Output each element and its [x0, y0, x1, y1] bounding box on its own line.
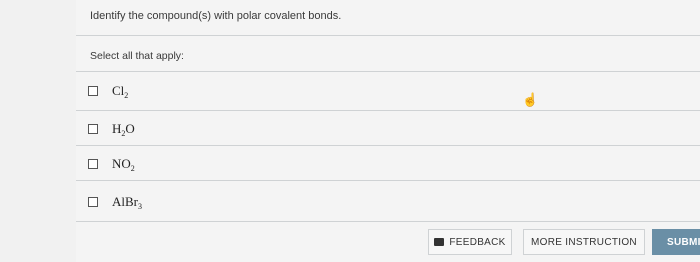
divider [76, 145, 700, 146]
divider [76, 180, 700, 181]
question-panel: Identify the compound(s) with polar cova… [76, 0, 700, 262]
feedback-label: FEEDBACK [449, 236, 506, 248]
checkbox[interactable] [88, 124, 98, 134]
divider [76, 71, 700, 72]
formula: H2O [112, 120, 135, 138]
more-instruction-button[interactable]: MORE INSTRUCTION [523, 229, 645, 255]
hand-cursor-icon: ☝ [522, 92, 539, 107]
submit-button[interactable]: SUBMIT [652, 229, 700, 255]
feedback-icon [434, 238, 445, 246]
divider [76, 221, 700, 222]
divider [76, 110, 700, 111]
checkbox[interactable] [88, 86, 98, 96]
option-albr3[interactable]: AlBr3 [88, 192, 142, 212]
formula: NO2 [112, 155, 135, 173]
more-instruction-label: MORE INSTRUCTION [531, 236, 637, 248]
left-margin [0, 0, 76, 262]
feedback-button[interactable]: FEEDBACK [428, 229, 512, 255]
option-cl2[interactable]: Cl2 [88, 81, 128, 101]
option-h2o[interactable]: H2O [88, 119, 135, 139]
instruction-text: Select all that apply: [90, 50, 184, 62]
divider [76, 35, 700, 36]
formula: Cl2 [112, 82, 129, 100]
checkbox[interactable] [88, 197, 98, 207]
question-prompt: Identify the compound(s) with polar cova… [90, 10, 342, 22]
formula: AlBr3 [112, 193, 142, 211]
checkbox[interactable] [88, 159, 98, 169]
option-no2[interactable]: NO2 [88, 154, 135, 174]
submit-label: SUBMIT [667, 236, 700, 248]
